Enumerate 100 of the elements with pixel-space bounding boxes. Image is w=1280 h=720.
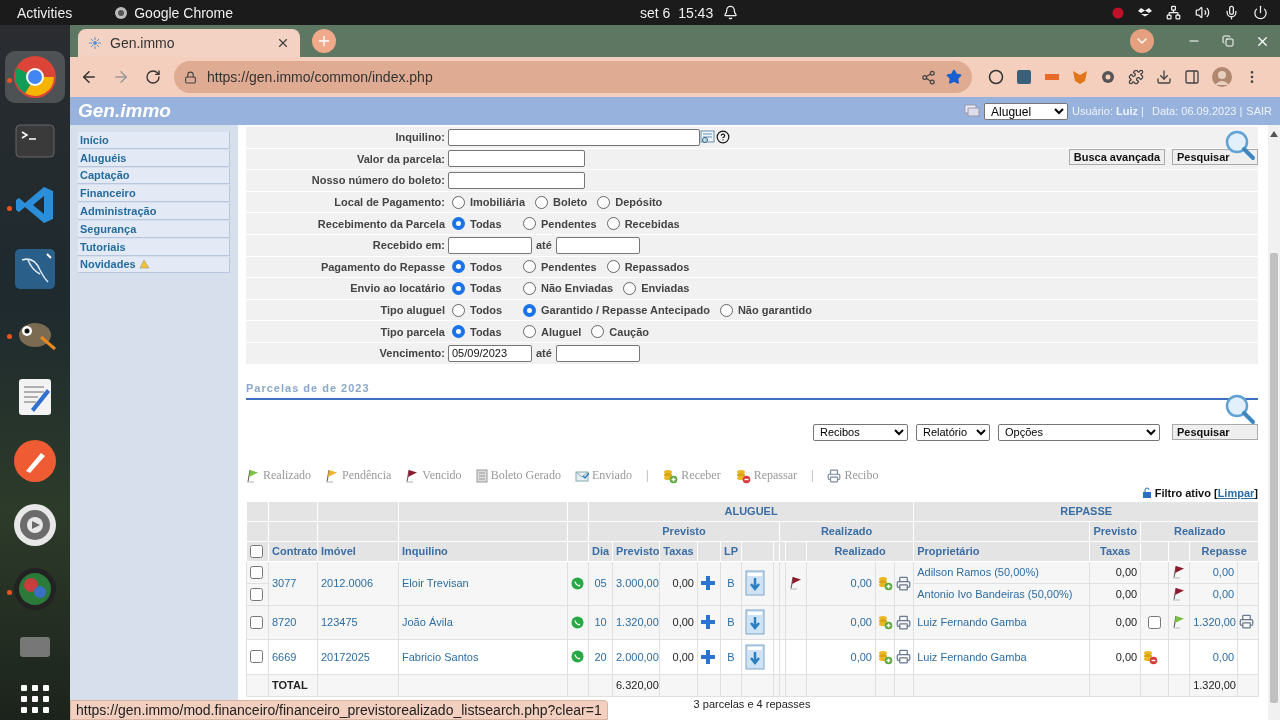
clock[interactable]: set 6 15:43 (640, 4, 714, 21)
dropdown[interactable]: Opções (998, 423, 1160, 441)
scroll-up-icon[interactable] (1270, 131, 1278, 137)
radio-button[interactable] (523, 260, 536, 274)
table-cell[interactable]: 3077 (268, 561, 318, 606)
radio-button[interactable] (523, 325, 536, 339)
radio-option[interactable]: Não garantido (719, 303, 812, 317)
table-cell[interactable]: Antonio Ivo Bandeiras (50,00%) (913, 583, 1090, 606)
table-cell[interactable]: 123475 (317, 605, 399, 640)
date-field[interactable] (448, 236, 532, 254)
radio-option[interactable]: Depósito (597, 195, 663, 209)
address-bar[interactable]: https://gen.immo/common/index.php (174, 61, 972, 93)
radio-button[interactable] (523, 217, 536, 231)
puzzle-icon[interactable] (1128, 69, 1144, 85)
radio-button[interactable] (719, 303, 733, 317)
table-cell[interactable]: Fabricio Santos (398, 639, 568, 675)
radio-option[interactable]: Aluguel (523, 325, 582, 339)
table-cell[interactable]: João Ávila (398, 605, 568, 640)
clear-filter-link[interactable]: Limpar (1217, 487, 1255, 500)
search-button[interactable]: Pesquisar (1172, 149, 1258, 165)
radio-button[interactable] (452, 325, 465, 339)
share-icon[interactable] (921, 69, 936, 85)
module-dropdown[interactable]: Aluguel (984, 102, 1069, 120)
radio-option[interactable]: Todos (452, 260, 513, 274)
radio-button[interactable] (535, 195, 549, 209)
radio-option[interactable]: Garantido / Repasse Antecipado (523, 303, 710, 317)
printer-icon[interactable] (896, 614, 911, 630)
date-field[interactable]: 05/09/2023 (448, 344, 532, 362)
radio-option[interactable]: Recebidas (606, 217, 680, 231)
lookup-icon[interactable] (700, 130, 716, 145)
checkbox[interactable] (250, 565, 263, 579)
sidebar-item[interactable]: Novidades (78, 256, 230, 274)
extension-icon[interactable] (1016, 69, 1032, 85)
checkbox[interactable] (250, 544, 263, 558)
download-icon[interactable] (1156, 69, 1172, 85)
radio-button[interactable] (452, 195, 465, 209)
activities-button[interactable]: Activities (17, 4, 73, 21)
radio-option[interactable]: Pendentes (523, 217, 597, 231)
date-field[interactable] (555, 236, 640, 254)
radio-option[interactable]: Pendentes (523, 260, 597, 274)
radio-option[interactable]: Todos (452, 303, 513, 317)
radio-option[interactable]: Todas (452, 325, 513, 339)
radio-button[interactable] (597, 195, 611, 209)
checkbox[interactable] (250, 650, 263, 664)
extension-icon[interactable] (988, 69, 1004, 85)
new-tab-button[interactable] (312, 29, 336, 53)
printer-icon[interactable] (896, 575, 911, 591)
radio-button[interactable] (452, 303, 465, 317)
side-panel-icon[interactable] (1184, 69, 1200, 85)
radio-option[interactable]: Enviadas (623, 281, 690, 295)
radio-button[interactable] (452, 281, 465, 295)
tab-search-button[interactable] (1130, 29, 1154, 53)
dropdown[interactable]: Recibos (813, 423, 908, 441)
table-cell[interactable]: 2012.0006 (317, 561, 399, 606)
radio-button[interactable] (523, 303, 536, 317)
checkbox[interactable] (250, 587, 263, 601)
help-icon[interactable] (716, 130, 730, 145)
radio-option[interactable]: Caução (591, 325, 650, 339)
sidebar-item[interactable]: Início (78, 132, 230, 149)
table-cell[interactable]: Adilson Ramos (50,00%) (913, 561, 1090, 584)
table-cell[interactable]: Eloir Trevisan (398, 561, 568, 606)
close-icon[interactable] (276, 36, 290, 50)
table-cell[interactable]: Luiz Fernando Gamba (913, 605, 1090, 640)
radio-button[interactable] (591, 325, 605, 339)
table-cell[interactable]: 20172025 (317, 639, 399, 675)
table-cell[interactable]: 8720 (268, 605, 318, 640)
printer-icon[interactable] (896, 649, 911, 665)
table-cell[interactable]: Luiz Fernando Gamba (913, 639, 1090, 675)
sidebar-item[interactable]: Financeiro (78, 185, 230, 203)
radio-button[interactable] (452, 217, 465, 231)
radio-button[interactable] (623, 281, 637, 295)
advanced-search-button[interactable]: Busca avançada (1068, 149, 1165, 165)
radio-button[interactable] (523, 281, 536, 295)
input-field[interactable] (448, 128, 700, 146)
sidebar-item[interactable]: Administração (78, 203, 230, 220)
star-icon[interactable] (946, 69, 962, 85)
sidebar-item[interactable]: Segurança (78, 221, 230, 238)
radio-option[interactable]: Imobiliária (452, 195, 526, 209)
sidebar-item[interactable]: Captação (78, 167, 230, 185)
sidebar-item[interactable]: Aluguéis (78, 149, 230, 167)
input-field[interactable] (448, 150, 585, 168)
input-field[interactable] (448, 172, 585, 189)
browser-tab[interactable]: Gen.immo (78, 29, 300, 57)
radio-option[interactable]: Todas (452, 217, 513, 231)
radio-button[interactable] (606, 217, 620, 231)
radio-option[interactable]: Repassados (606, 260, 690, 274)
printer-icon[interactable] (1239, 613, 1255, 629)
radio-option[interactable]: Todas (452, 281, 513, 295)
radio-button[interactable] (606, 260, 620, 274)
date-field[interactable] (555, 344, 640, 362)
radio-option[interactable]: Boleto (535, 195, 588, 209)
sidebar-item[interactable]: Tutoriais (78, 238, 230, 256)
checkbox[interactable] (1148, 615, 1162, 629)
radio-option[interactable]: Não Enviadas (523, 281, 614, 295)
dock-item[interactable] (5, 51, 65, 103)
gear-icon[interactable] (1100, 69, 1116, 85)
table-cell[interactable]: 6669 (268, 639, 318, 675)
radio-button[interactable] (452, 260, 465, 274)
scrollbar-thumb[interactable] (1270, 253, 1278, 703)
dropdown[interactable]: Relatório (916, 423, 990, 441)
